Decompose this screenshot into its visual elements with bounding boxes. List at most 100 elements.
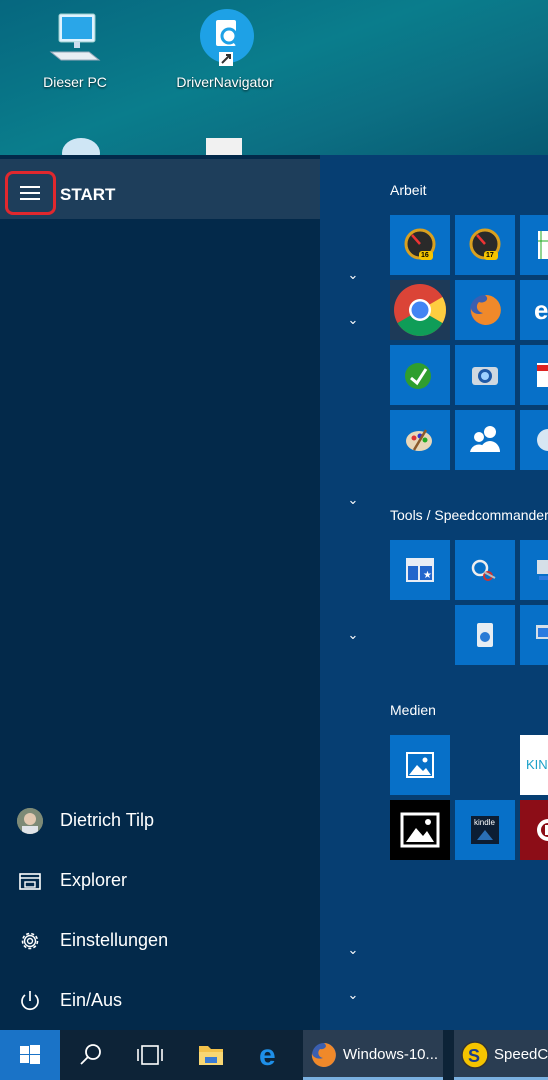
music-icon	[537, 819, 548, 841]
photos-icon	[406, 752, 434, 778]
tile-device[interactable]	[455, 605, 515, 665]
tile-camera[interactable]	[455, 345, 515, 405]
desktop-icon-label: Dieser PC	[43, 74, 107, 90]
network-icon	[537, 560, 548, 580]
start-header: START	[0, 159, 320, 219]
paint-palette-icon	[406, 429, 432, 451]
spreadsheet-icon	[538, 231, 548, 259]
tile-globe[interactable]	[520, 410, 548, 470]
pdf-icon	[537, 363, 548, 387]
search-icon	[80, 1044, 101, 1065]
tile-app-16[interactable]: 16	[390, 215, 450, 275]
explorer-label: Explorer	[60, 870, 128, 890]
svg-text:e: e	[259, 1039, 276, 1072]
desktop: Dieser PC DriverNavigator	[0, 0, 548, 155]
taskbar-app-firefox[interactable]: Windows-10...	[303, 1030, 443, 1080]
tile-app-17[interactable]: 17	[455, 215, 515, 275]
people-icon	[470, 426, 500, 452]
tile-kindle-store[interactable]: KIN	[520, 735, 548, 795]
tile-snipping[interactable]	[455, 540, 515, 600]
tile-app-green[interactable]	[390, 345, 450, 405]
document-icon	[206, 138, 242, 155]
tile-edge[interactable]: e	[520, 280, 548, 340]
power-icon	[18, 989, 42, 1013]
tile-firefox[interactable]	[455, 280, 515, 340]
tile-network[interactable]	[520, 540, 548, 600]
svg-text:★: ★	[423, 570, 432, 581]
power-label: Ein/Aus	[60, 990, 123, 1010]
windows-logo-icon	[20, 1045, 40, 1064]
start-menu-left-pane: START Dietrich Tilp Explorer Einstellung…	[0, 155, 320, 1030]
photo-viewer-icon	[400, 812, 440, 848]
chevron-down-icon[interactable]: ⌄	[346, 987, 360, 1003]
driver-navigator-icon	[195, 8, 255, 68]
chevron-down-icon[interactable]: ⌄	[346, 627, 360, 643]
tile-photos[interactable]	[390, 735, 450, 795]
search-button[interactable]	[60, 1030, 120, 1080]
firefox-icon	[311, 1043, 336, 1067]
tile-pdf[interactable]	[520, 345, 548, 405]
file-explorer-icon	[18, 869, 42, 893]
taskbar: e Windows-10... S SpeedCo	[0, 1030, 548, 1080]
group-title-medien[interactable]: Medien	[390, 702, 436, 718]
chevron-down-icon[interactable]: ⌄	[346, 267, 360, 283]
svg-text:S: S	[468, 1046, 480, 1066]
tile-music[interactable]	[520, 800, 548, 860]
user-account-item[interactable]: Dietrich Tilp	[0, 793, 320, 849]
user-name-label: Dietrich Tilp	[60, 810, 155, 830]
svg-text:e: e	[534, 295, 548, 325]
kindle-label: kindle	[474, 818, 495, 827]
device-icon	[477, 623, 493, 647]
tile-badge: 17	[486, 252, 494, 259]
camera-icon	[472, 367, 498, 385]
tile-tools-app[interactable]: ★	[390, 540, 450, 600]
chrome-icon	[394, 284, 446, 336]
group-title-arbeit[interactable]: Arbeit	[390, 182, 427, 198]
start-menu-tiles-pane: Arbeit ⌄ ⌄ ⌄ ⌄ ⌄ ⌄ 16 17 e Tools / Speed…	[320, 155, 548, 1030]
taskbar-app-speedcommander[interactable]: S SpeedCo	[454, 1030, 548, 1080]
chevron-down-icon[interactable]: ⌄	[346, 312, 360, 328]
task-view-icon	[137, 1045, 163, 1065]
tile-spreadsheet[interactable]	[520, 215, 548, 275]
kindle-store-label: KIN	[526, 757, 548, 772]
kindle-icon	[471, 816, 499, 844]
speedometer-icon	[404, 228, 436, 260]
tile-paint[interactable]	[390, 410, 450, 470]
green-app-icon	[405, 363, 431, 389]
desktop-icon-label: DriverNavigator	[176, 74, 274, 90]
monitor-icon	[536, 625, 548, 639]
speedometer-icon	[469, 228, 501, 260]
user-avatar-icon	[17, 808, 43, 834]
firefox-icon	[470, 294, 501, 325]
start-button[interactable]	[0, 1030, 60, 1080]
settings-item[interactable]: Einstellungen	[0, 913, 320, 969]
power-item[interactable]: Ein/Aus	[0, 973, 320, 1029]
speedcommander-icon: S	[461, 1041, 489, 1069]
globe-icon	[537, 429, 548, 451]
scissors-icon	[471, 559, 496, 581]
start-title: START	[60, 185, 116, 204]
tile-monitor[interactable]	[520, 605, 548, 665]
edge-icon: e	[534, 295, 548, 325]
hamburger-menu-icon[interactable]	[5, 171, 56, 215]
tile-photo-viewer[interactable]	[390, 800, 450, 860]
edge-icon: e	[259, 1039, 276, 1072]
explorer-item[interactable]: Explorer	[0, 853, 320, 909]
tools-icon: ★	[406, 558, 434, 582]
taskbar-file-explorer[interactable]	[180, 1030, 242, 1080]
tile-people[interactable]	[455, 410, 515, 470]
taskbar-edge[interactable]: e	[242, 1030, 302, 1080]
chevron-down-icon[interactable]: ⌄	[346, 492, 360, 508]
folder-icon	[199, 1046, 223, 1065]
computer-icon	[45, 12, 105, 68]
taskbar-app-label: Windows-10...	[343, 1046, 439, 1063]
globe-icon	[62, 138, 100, 155]
settings-label: Einstellungen	[60, 930, 169, 950]
desktop-icon-drivernavigator[interactable]: DriverNavigator	[170, 8, 280, 90]
desktop-icon-this-pc[interactable]: Dieser PC	[20, 12, 130, 90]
chevron-down-icon[interactable]: ⌄	[346, 942, 360, 958]
task-view-button[interactable]	[120, 1030, 180, 1080]
tile-kindle[interactable]: kindle	[455, 800, 515, 860]
group-title-tools[interactable]: Tools / Speedcommander	[390, 507, 548, 523]
tile-chrome[interactable]	[390, 280, 450, 340]
